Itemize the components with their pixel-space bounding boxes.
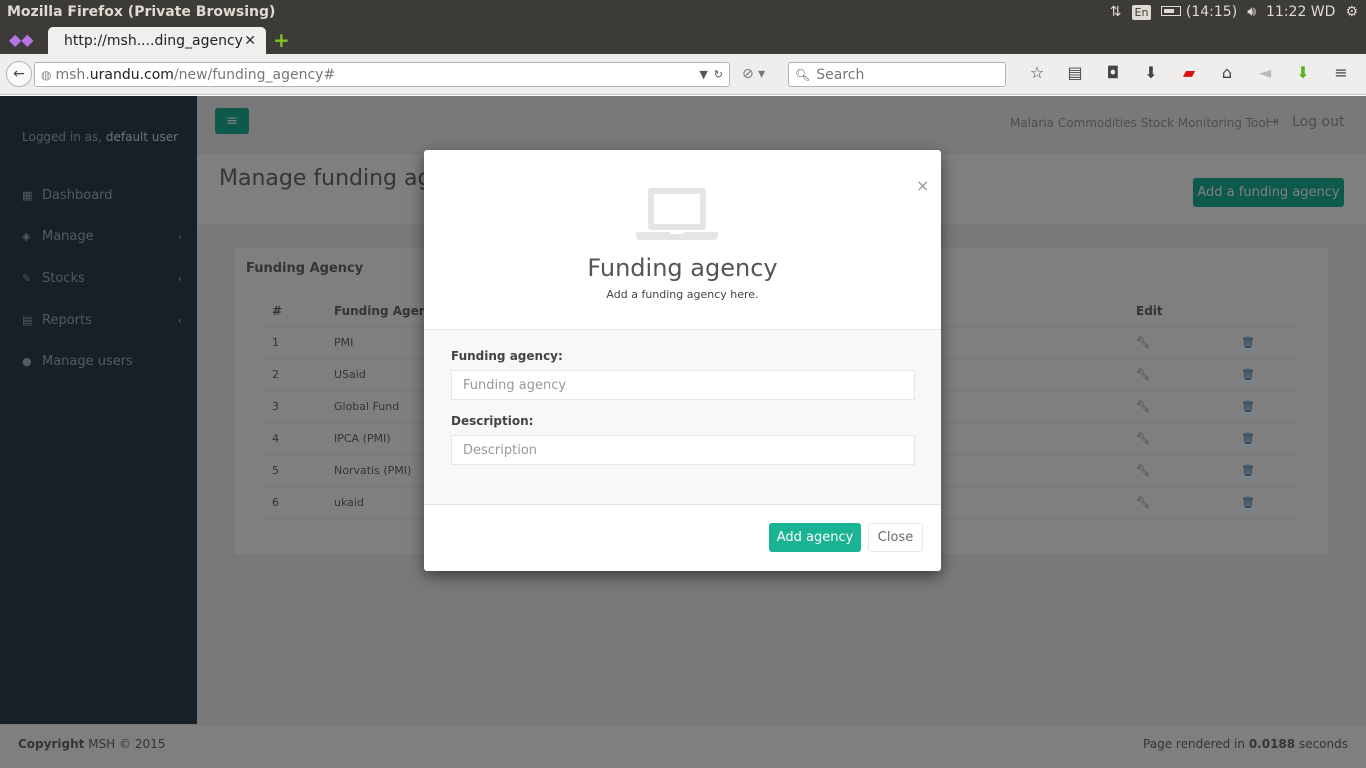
laptop-icon xyxy=(636,188,718,240)
new-tab-plus-icon[interactable]: + xyxy=(273,28,290,52)
url-dropdown-icon[interactable]: ▼ xyxy=(699,68,707,81)
private-browsing-mask-icon: ◆◆ xyxy=(9,30,34,49)
modal-title: Funding agency xyxy=(587,254,778,282)
downloads-icon[interactable]: ⬇ xyxy=(1132,63,1170,82)
back-arrow-icon[interactable]: ← xyxy=(6,61,32,87)
flash-icon[interactable]: ▰ xyxy=(1170,63,1208,82)
send-icon[interactable]: ◄ xyxy=(1246,63,1284,82)
network-icon[interactable]: ⇅ xyxy=(1110,4,1122,20)
battery-indicator[interactable]: (14:15) xyxy=(1161,4,1237,20)
url-bar[interactable]: ◍ msh.urandu.com/new/funding_agency# ▼ ↻ xyxy=(34,62,730,87)
add-agency-button[interactable]: Add agency xyxy=(769,523,861,552)
modal-subtitle: Add a funding agency here. xyxy=(606,288,759,301)
close-icon[interactable]: × xyxy=(916,176,929,195)
url-domain: urandu.com xyxy=(89,66,174,83)
toolbar-icons: ☆ ▤ ◘ ⬇ ▰ ⌂ ◄ ⬇ ≡ xyxy=(1018,63,1360,82)
funding-agency-label: Funding agency: xyxy=(451,349,563,363)
system-tray: ⇅ En (14:15) 🔊︎ 11:22 WD ⚙ xyxy=(1110,4,1366,20)
bookmark-star-icon[interactable]: ☆ xyxy=(1018,63,1056,82)
clock[interactable]: 11:22 WD xyxy=(1266,4,1335,20)
reload-icon[interactable]: ↻ xyxy=(714,68,723,81)
browser-tab[interactable]: http://msh....ding_agency ✕ xyxy=(48,27,266,54)
volume-icon[interactable]: 🔊︎ xyxy=(1247,4,1256,20)
search-placeholder: Search xyxy=(816,66,865,83)
funding-agency-modal: × Funding agency Add a funding agency he… xyxy=(424,150,941,571)
browser-navbar: ← ◍ msh.urandu.com/new/funding_agency# ▼… xyxy=(0,54,1366,95)
keyboard-layout[interactable]: En xyxy=(1131,4,1152,20)
settings-gear-icon[interactable]: ⚙ xyxy=(1345,4,1358,20)
battery-icon xyxy=(1161,6,1182,16)
tab-close-icon[interactable]: ✕ xyxy=(244,33,256,49)
search-icon: 🔍︎ xyxy=(795,67,811,82)
url-text[interactable]: msh.urandu.com/new/funding_agency# xyxy=(55,67,699,83)
browser-tabstrip: ◆◆ http://msh....ding_agency ✕ + xyxy=(0,24,1366,54)
os-top-panel: Mozilla Firefox (Private Browsing) ⇅ En … xyxy=(0,0,1366,24)
download-helper-icon[interactable]: ⬇ xyxy=(1284,63,1322,82)
close-button[interactable]: Close xyxy=(868,523,923,552)
addon-icon[interactable]: ⊘ ▾ xyxy=(742,66,765,82)
home-icon[interactable]: ⌂ xyxy=(1208,63,1246,82)
window-title: Mozilla Firefox (Private Browsing) xyxy=(7,4,276,20)
description-input[interactable] xyxy=(451,435,915,465)
description-label: Description: xyxy=(451,414,534,428)
search-bar[interactable]: 🔍︎ Search xyxy=(788,62,1006,87)
battery-time: (14:15) xyxy=(1185,4,1238,20)
modal-body: Funding agency: Description: xyxy=(424,329,941,505)
funding-agency-input[interactable] xyxy=(451,370,915,400)
menu-icon[interactable]: ≡ xyxy=(1322,63,1360,82)
reading-list-icon[interactable]: ▤ xyxy=(1056,63,1094,82)
globe-icon: ◍ xyxy=(41,67,52,82)
tab-title: http://msh....ding_agency xyxy=(64,32,243,49)
pocket-icon[interactable]: ◘ xyxy=(1094,63,1132,82)
